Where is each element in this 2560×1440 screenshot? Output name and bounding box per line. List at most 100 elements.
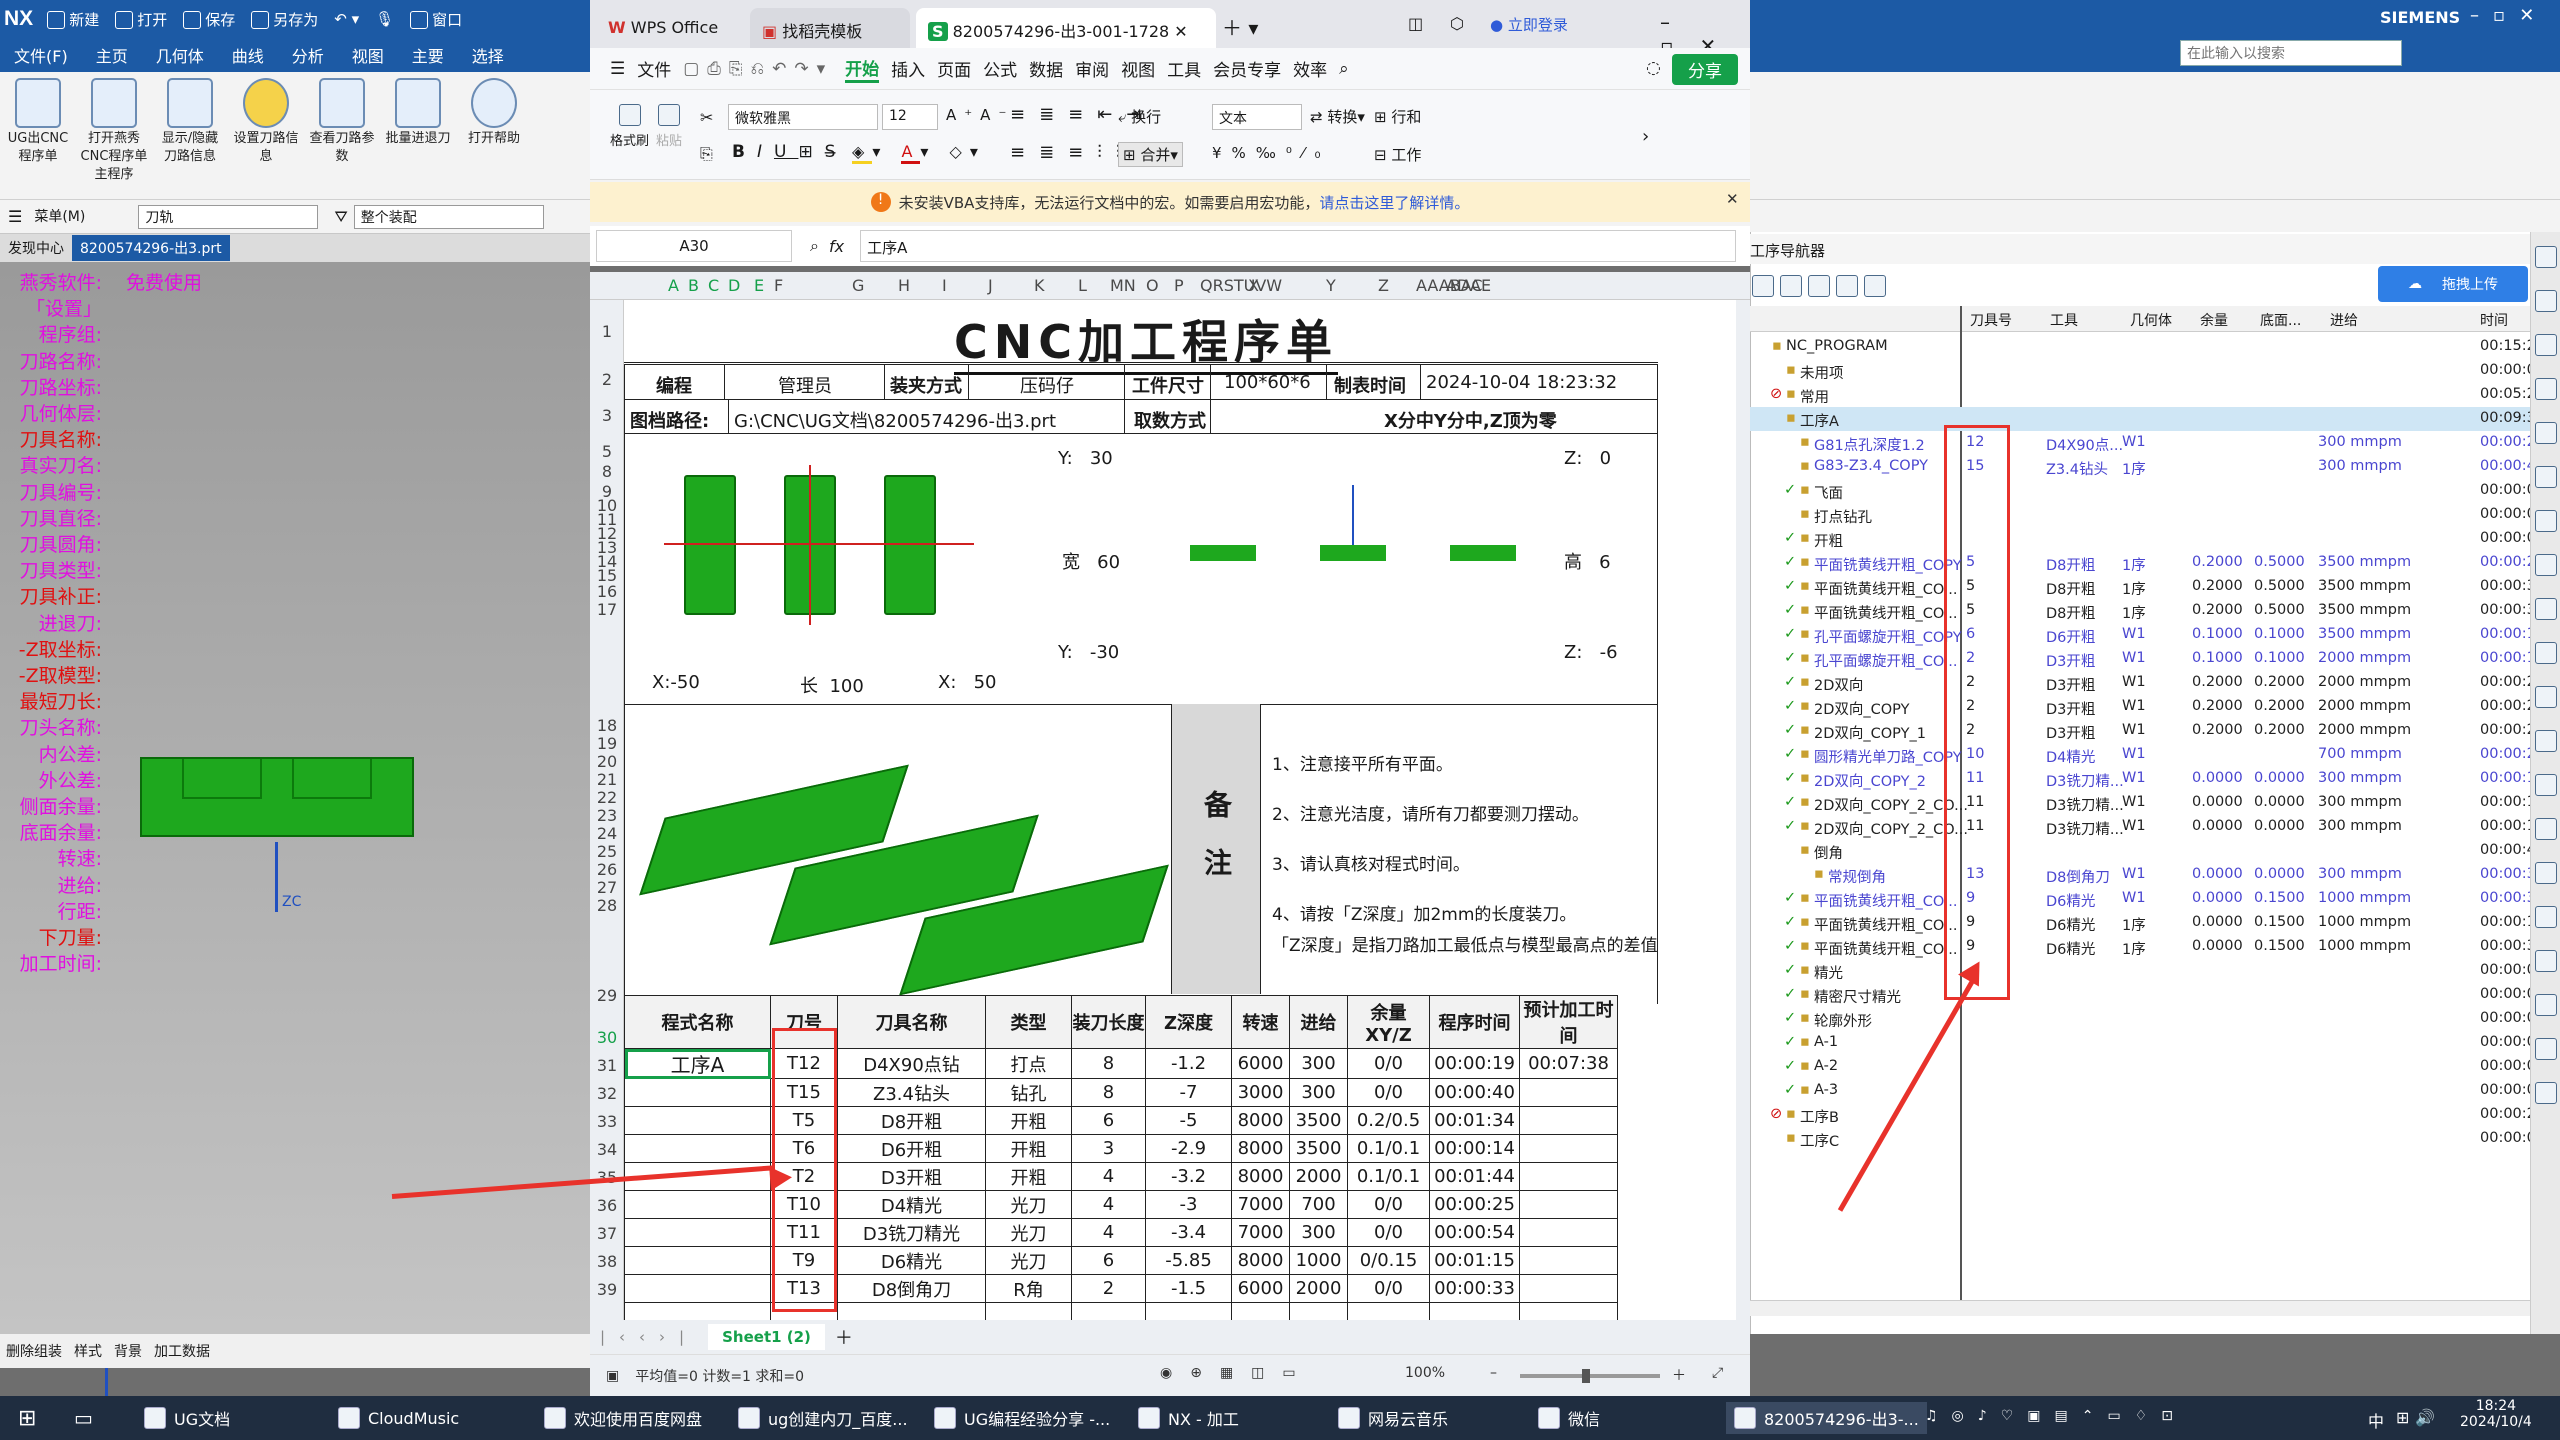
vertical-scrollbar[interactable] bbox=[1736, 300, 1750, 1320]
add-sheet-icon[interactable]: ＋ bbox=[835, 1324, 853, 1350]
row-header[interactable]: 21 bbox=[590, 770, 624, 789]
column-header[interactable]: D bbox=[728, 276, 740, 295]
table-cell[interactable]: 开粗 bbox=[985, 1162, 1072, 1191]
table-cell[interactable]: 3500 bbox=[1289, 1134, 1348, 1163]
status-background[interactable]: 背景 bbox=[114, 1341, 142, 1361]
ribbon-set-path-button[interactable]: 设置刀路信息 bbox=[232, 72, 300, 166]
qa-new-button[interactable]: 新建 bbox=[47, 9, 99, 30]
filter-icon[interactable]: ⛛ bbox=[334, 207, 347, 227]
share-button[interactable]: 分享 bbox=[1672, 54, 1738, 85]
table-cell[interactable] bbox=[624, 1134, 771, 1163]
taskbar-item[interactable]: ug创建内刀_百度... bbox=[730, 1402, 916, 1434]
sheet-tab[interactable]: Sheet1 (2) bbox=[708, 1324, 825, 1350]
menu-analysis[interactable]: 分析 bbox=[292, 43, 324, 67]
table-cell[interactable]: D4精光 bbox=[837, 1190, 986, 1219]
column-header[interactable]: Z bbox=[1378, 276, 1389, 295]
menu-icon[interactable]: ☰ bbox=[610, 59, 625, 79]
table-cell[interactable]: 光刀 bbox=[985, 1190, 1072, 1219]
ribbon-ug-cnc-button[interactable]: UG出CNC程序单 bbox=[4, 72, 72, 166]
nav-header-col[interactable]: 底面... bbox=[2260, 310, 2301, 330]
menu-view[interactable]: 视图 bbox=[352, 43, 384, 67]
row-header[interactable]: 5 bbox=[590, 442, 624, 461]
table-cell[interactable]: 2000 bbox=[1289, 1162, 1348, 1191]
nav-row[interactable]: ✓ ▪ 2D双向_COPY_2_CO... 11 D3铣刀精... W1 0.0000 0.0… bbox=[1750, 815, 2545, 839]
fill-color-icon[interactable]: ◈▾ A▾ ◇▾ bbox=[852, 142, 986, 164]
status-machining-data[interactable]: 加工数据 bbox=[154, 1341, 210, 1361]
ribbon-toggle-path-button[interactable]: 显示/隐藏刀路信息 bbox=[156, 72, 224, 166]
table-cell[interactable]: Z3.4钻头 bbox=[837, 1078, 986, 1107]
column-header[interactable]: X bbox=[1248, 276, 1259, 295]
column-header[interactable]: AE bbox=[1470, 276, 1491, 295]
fullscreen-icon[interactable]: ⤢ bbox=[1712, 1365, 1723, 1381]
rows-cols-button[interactable]: ⊞ 行和 bbox=[1374, 106, 1421, 127]
table-cell[interactable] bbox=[624, 1078, 771, 1107]
table-cell[interactable]: 00:01:44 bbox=[1429, 1162, 1520, 1191]
ribbon-help-button[interactable]: 打开帮助 bbox=[460, 72, 528, 148]
merge-button[interactable]: ⊞ 合并▾ bbox=[1118, 142, 1183, 167]
nav-row[interactable]: ✓ ▪ 孔平面螺旋开粗_COPY 6 D6开粗 W1 0.1000 0.1000 3500 mm… bbox=[1750, 623, 2545, 647]
tab-part-file[interactable]: 8200574296-出3.prt bbox=[72, 235, 230, 261]
table-cell[interactable] bbox=[1519, 1302, 1618, 1320]
resource-tab-icon[interactable] bbox=[2535, 246, 2557, 268]
table-cell[interactable] bbox=[1519, 1078, 1618, 1107]
table-cell[interactable]: 00:00:54 bbox=[1429, 1218, 1520, 1247]
resource-tab-icon[interactable] bbox=[2535, 818, 2557, 840]
nav-row[interactable]: ✓ ▪ 平面铣黄线开粗_CO... 5 D8开粗 1序 0.2000 0.5000 3500 m… bbox=[1750, 599, 2545, 623]
nav-row[interactable]: ▪ 倒角 00:00:46 bbox=[1750, 839, 2545, 863]
table-cell[interactable]: 2000 bbox=[1289, 1274, 1348, 1303]
wps-menu-file[interactable]: 文件 bbox=[637, 56, 671, 81]
table-cell[interactable]: 开粗 bbox=[985, 1134, 1072, 1163]
table-cell[interactable]: -1.5 bbox=[1145, 1274, 1232, 1303]
ribbon-open-yanxiu-button[interactable]: 打开燕秀CNC程序单主程序 bbox=[80, 72, 148, 184]
status-table-icon[interactable]: ▣ bbox=[606, 1368, 619, 1384]
table-cell[interactable] bbox=[1347, 1302, 1430, 1320]
login-button[interactable]: ● 立即登录 bbox=[1490, 14, 1568, 35]
name-box[interactable]: A30 bbox=[596, 230, 792, 262]
copy-icon[interactable]: ⎘ bbox=[700, 144, 713, 164]
table-cell[interactable] bbox=[837, 1302, 986, 1320]
table-cell[interactable]: -3 bbox=[1145, 1190, 1232, 1219]
undo-icon[interactable]: ↶ ▾ bbox=[334, 10, 359, 28]
table-cell[interactable]: 6000 bbox=[1231, 1048, 1290, 1079]
resource-tab-icon[interactable] bbox=[2535, 994, 2557, 1016]
close-tab-icon[interactable]: ✕ bbox=[1174, 22, 1187, 41]
nav-row[interactable]: ✓ ▪ 孔平面螺旋开粗_CO... 2 D3开粗 W1 0.1000 0.1000 2000 m… bbox=[1750, 647, 2545, 671]
row-header[interactable]: 17 bbox=[590, 600, 624, 619]
row-header[interactable]: 20 bbox=[590, 752, 624, 771]
column-header[interactable]: P bbox=[1174, 276, 1184, 295]
column-header[interactable]: I bbox=[942, 276, 947, 295]
vba-link[interactable]: 请点击这里了解详情。 bbox=[1319, 192, 1469, 213]
taskbar-item[interactable]: NX - 加工 bbox=[1130, 1402, 1247, 1434]
column-header[interactable]: K bbox=[1034, 276, 1045, 295]
table-cell[interactable]: 0/0 bbox=[1347, 1274, 1430, 1303]
microphone-icon[interactable]: 🎙 bbox=[375, 10, 394, 28]
table-cell[interactable]: 4 bbox=[1071, 1162, 1146, 1191]
nav-row[interactable]: ✓ ▪ 2D双向_COPY_1 2 D3开粗 W1 0.2000 0.2000 2000 mmp… bbox=[1750, 719, 2545, 743]
geometry-view-icon[interactable] bbox=[1808, 275, 1830, 297]
table-cell[interactable]: 00:07:38 bbox=[1519, 1048, 1618, 1079]
table-cell[interactable]: 0.1/0.1 bbox=[1347, 1162, 1430, 1191]
quick-tools-icon[interactable]: ▢⎙⎘⎌↶↷▾ bbox=[683, 59, 833, 79]
table-cell[interactable] bbox=[985, 1302, 1072, 1320]
table-cell[interactable]: 0.2/0.5 bbox=[1347, 1106, 1430, 1135]
table-cell[interactable]: 300 bbox=[1289, 1078, 1348, 1107]
qa-save-button[interactable]: 保存 bbox=[183, 9, 235, 30]
resource-tab-icon[interactable] bbox=[2535, 334, 2557, 356]
table-cell[interactable]: D6精光 bbox=[837, 1246, 986, 1275]
table-cell[interactable] bbox=[624, 1274, 771, 1303]
resource-tab-icon[interactable] bbox=[2535, 1082, 2557, 1104]
tab-discovery[interactable]: 发现中心 bbox=[0, 235, 72, 261]
table-cell[interactable]: 7000 bbox=[1231, 1190, 1290, 1219]
table-cell[interactable]: -1.2 bbox=[1145, 1048, 1232, 1079]
row-header[interactable]: 26 bbox=[590, 860, 624, 879]
row-header[interactable]: 27 bbox=[590, 878, 624, 897]
table-cell[interactable]: 00:00:40 bbox=[1429, 1078, 1520, 1107]
wps-menu-review[interactable]: 审阅 bbox=[1075, 56, 1109, 81]
wps-menu-home[interactable]: 开始 bbox=[845, 55, 880, 83]
start-icon[interactable]: ⊞ bbox=[10, 1402, 44, 1434]
row-header[interactable]: 16 bbox=[590, 582, 624, 601]
column-header[interactable]: H bbox=[898, 276, 910, 295]
column-header[interactable]: E bbox=[754, 276, 764, 295]
column-header[interactable]: L bbox=[1078, 276, 1087, 295]
tab-wps-office[interactable]: W WPS Office bbox=[596, 8, 748, 48]
